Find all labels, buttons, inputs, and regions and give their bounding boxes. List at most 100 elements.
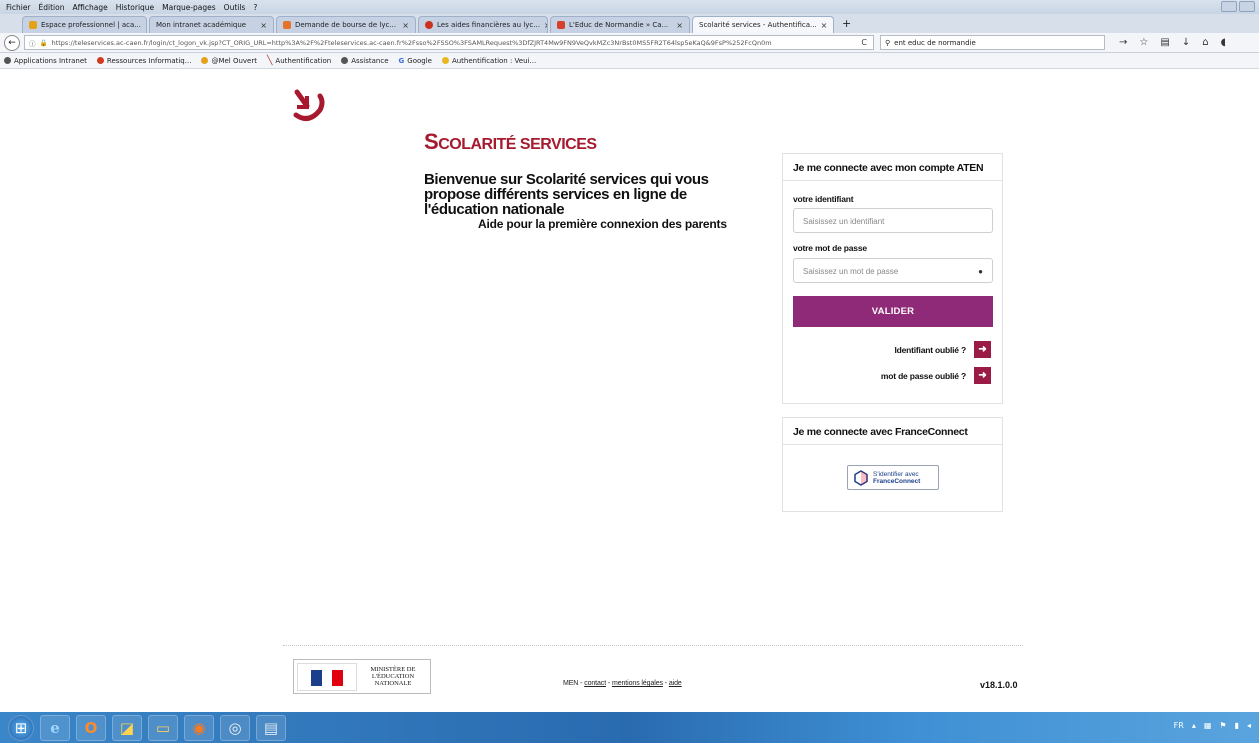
bookmark-star-icon[interactable]: ☆ [1139, 37, 1148, 48]
page-title-initial: S [424, 129, 439, 154]
outlook-icon[interactable]: O [76, 714, 106, 741]
go-arrow-icon[interactable]: → [1119, 37, 1127, 48]
version-label: v18.1.0.0 [980, 680, 1018, 690]
tab-label: Espace professionnel | aca... [41, 21, 141, 29]
valider-button[interactable]: VALIDER [793, 296, 993, 327]
menu-edition[interactable]: Édition [39, 3, 65, 12]
tab-favicon-icon [283, 21, 291, 29]
lock-icon: 🔒 [39, 38, 48, 47]
pocket-icon[interactable]: ◖ [1221, 37, 1226, 48]
menu-aide[interactable]: ? [253, 3, 257, 12]
bookmark-label: Applications Intranet [14, 56, 87, 65]
tab-espace-professionnel[interactable]: Espace professionnel | aca... × [22, 16, 147, 33]
menu-marque-pages[interactable]: Marque-pages [162, 3, 216, 12]
identifiant-placeholder: Saisissez un identifiant [803, 217, 885, 226]
clipboard-icon[interactable]: ▤ [1160, 37, 1169, 48]
tab-aides-financieres[interactable]: Les aides financières au lyc... × [418, 16, 548, 33]
file-explorer-icon[interactable]: ▭ [148, 714, 178, 741]
show-password-icon[interactable]: ● [978, 267, 983, 276]
bookmark-label: Ressources Informatiq... [106, 56, 192, 65]
maximize-button[interactable] [1239, 1, 1255, 12]
tab-demande-bourse[interactable]: Demande de bourse de lyc... × [276, 16, 416, 33]
tab-educ-normandie[interactable]: L'Educ de Normandie » Ca... × [550, 16, 690, 33]
forgot-password-arrow-icon[interactable]: ➜ [974, 367, 991, 384]
bookmark-assistance[interactable]: Assistance [341, 57, 389, 65]
tab-close-icon[interactable]: × [544, 21, 547, 30]
franceconnect-button-label: S'identifier avec FranceConnect [873, 471, 920, 485]
bookmark-mel-ouvert[interactable]: @Mel Ouvert [201, 57, 257, 65]
tray-arrow-icon[interactable]: ▴ [1192, 721, 1196, 730]
bookmark-label: Authentification [275, 56, 332, 65]
forgot-identifiant-arrow-icon[interactable]: ➜ [974, 341, 991, 358]
notepad-icon[interactable]: ▤ [256, 714, 286, 741]
bookmark-ressources-informatiques[interactable]: Ressources Informatiq... [96, 56, 192, 65]
bookmark-label: Google [407, 56, 432, 65]
tab-close-icon[interactable]: × [676, 21, 683, 30]
bookmark-google[interactable]: G Google [399, 57, 432, 65]
bookmark-icon [441, 57, 449, 64]
battery-icon[interactable]: ▮ [1235, 721, 1239, 730]
home-icon[interactable]: ⌂ [1202, 37, 1208, 48]
aide-link[interactable]: aide [669, 680, 682, 687]
footer-links: MEN - contact - mentions légales - aide [563, 680, 682, 687]
first-connection-help-link[interactable]: Aide pour la première connexion des pare… [478, 217, 727, 231]
back-button[interactable]: ← [4, 34, 20, 51]
footer-men-label: MEN - [563, 680, 585, 687]
contact-link[interactable]: contact [584, 680, 606, 687]
address-bar[interactable]: ⓘ 🔒 https://teleservices.ac-caen.fr/logi… [24, 35, 874, 50]
bookmark-icon [341, 57, 349, 64]
franceconnect-heading: Je me connecte avec FranceConnect [783, 418, 1002, 445]
bookmark-icon [4, 57, 11, 64]
tab-close-icon[interactable]: × [821, 21, 828, 30]
franceconnect-button[interactable]: S'identifier avec FranceConnect [847, 465, 939, 490]
chrome-icon[interactable]: ◎ [220, 714, 250, 741]
forgot-identifiant-label: Identifiant oublié ? [894, 344, 966, 355]
ministry-logo: MINISTÈRE DE L'ÉDUCATION NATIONALE [293, 659, 431, 694]
menu-fichier[interactable]: Fichier [6, 3, 31, 12]
franceconnect-line1: S'identifier avec [873, 470, 919, 478]
bookmark-authentification[interactable]: ╲ Authentification [267, 56, 331, 66]
password-input[interactable]: Saisissez un mot de passe ● [793, 258, 993, 283]
menu-outils[interactable]: Outils [224, 3, 246, 12]
tab-close-icon[interactable]: × [260, 21, 267, 30]
network-icon[interactable]: ▦ [1204, 721, 1212, 730]
bookmark-label: Authentification : Veui... [451, 56, 537, 65]
ministry-name: MINISTÈRE DE L'ÉDUCATION NATIONALE [370, 666, 416, 687]
tab-bar: Espace professionnel | aca... × Mon intr… [0, 14, 1259, 33]
windows-taskbar: ⊞ e O ◪ ▭ ◉ ◎ ▤ FR ▴ ▦ ⚑ ▮ ◂ [0, 712, 1259, 743]
internet-explorer-icon[interactable]: e [40, 714, 70, 741]
new-tab-button[interactable]: + [836, 17, 857, 30]
bookmark-icon: ╲ [266, 55, 273, 66]
info-icon[interactable]: ⓘ [29, 38, 36, 48]
bookmark-applications-intranet[interactable]: Applications Intranet [4, 57, 87, 65]
tab-label: Les aides financières au lyc... [437, 21, 540, 29]
franceconnect-line2: FranceConnect [873, 477, 921, 485]
language-indicator[interactable]: FR [1174, 721, 1184, 730]
bookmark-icon [201, 57, 209, 64]
minimize-button[interactable] [1221, 1, 1237, 12]
page-title-rest: COLARITÉ SERVICES [438, 136, 597, 153]
menu-affichage[interactable]: Affichage [72, 3, 107, 12]
flag-icon[interactable]: ⚑ [1219, 721, 1226, 730]
menu-historique[interactable]: Historique [116, 3, 154, 12]
tab-scolarite-services[interactable]: Scolarité services - Authentifica... × [692, 16, 834, 33]
forgot-password-link[interactable]: mot de passe oublié ? ➜ [881, 367, 991, 384]
tab-mon-intranet[interactable]: Mon intranet académique × [149, 16, 274, 33]
volume-icon[interactable]: ◂ [1247, 721, 1251, 730]
tab-close-icon[interactable]: × [402, 21, 409, 30]
start-orb-icon[interactable]: ⊞ [8, 714, 34, 741]
tab-close-icon[interactable]: × [145, 21, 146, 30]
footer-divider [283, 645, 1023, 646]
search-input[interactable]: ⚲ ent educ de normandie [880, 35, 1105, 50]
mentions-legales-link[interactable]: mentions légales [612, 680, 663, 687]
password-placeholder: Saisissez un mot de passe [803, 267, 899, 276]
bookmark-authentification-veuillez[interactable]: Authentification : Veui... [441, 56, 537, 65]
firefox-icon[interactable]: ◉ [184, 714, 214, 741]
download-icon[interactable]: ↓ [1182, 37, 1190, 48]
navigation-bar: ← ⓘ 🔒 https://teleservices.ac-caen.fr/lo… [0, 33, 1259, 53]
reload-icon[interactable]: C [855, 38, 873, 47]
bookmark-label: @Mel Ouvert [211, 56, 257, 65]
libreoffice-icon[interactable]: ◪ [112, 714, 142, 741]
forgot-identifiant-link[interactable]: Identifiant oublié ? ➜ [894, 341, 991, 358]
identifiant-input[interactable]: Saisissez un identifiant [793, 208, 993, 233]
